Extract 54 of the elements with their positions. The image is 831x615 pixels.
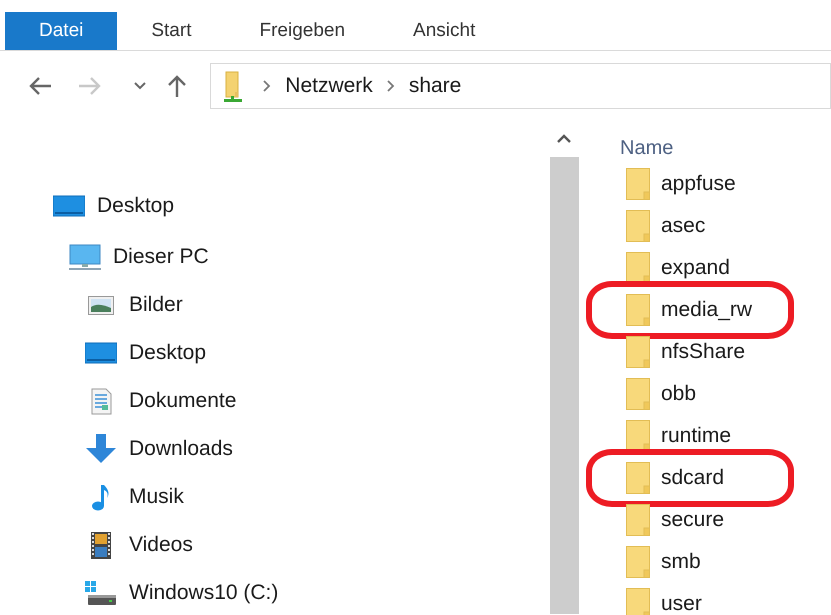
down-arrow-icon [85, 434, 117, 464]
nav-item[interactable]: Bilder [0, 281, 545, 329]
folder-icon [626, 546, 650, 578]
desktop-icon [85, 341, 117, 365]
ribbon-tab[interactable]: Freigeben [225, 12, 380, 50]
file-row[interactable]: smb [620, 541, 831, 583]
chevron-right-icon [384, 79, 395, 93]
folder-icon [626, 294, 650, 326]
film-icon [91, 532, 111, 558]
file-row[interactable]: obb [620, 373, 831, 415]
monitor-icon [69, 244, 101, 270]
file-row[interactable]: expand [620, 247, 831, 289]
chevron-right-icon [261, 79, 272, 93]
folder-icon [626, 210, 650, 242]
file-row[interactable]: runtime [620, 415, 831, 457]
address-field[interactable]: Netzwerk share [210, 63, 831, 109]
file-row[interactable]: sdcard [620, 457, 831, 499]
folder-icon [626, 420, 650, 452]
nav-item[interactable]: Dokumente [0, 377, 545, 425]
chevron-down-icon [134, 82, 146, 90]
file-row[interactable]: asec [620, 205, 831, 247]
nav-item[interactable]: Windows10 (C:) [0, 569, 545, 615]
folder-icon [626, 252, 650, 284]
nav-item[interactable]: Musik [0, 473, 545, 521]
document-icon [90, 388, 112, 414]
desktop-icon [53, 194, 85, 218]
nav-item[interactable]: Dieser PC [0, 233, 545, 281]
folder-icon [626, 168, 650, 200]
file-row[interactable]: user [620, 583, 831, 615]
drive-icon [85, 580, 117, 606]
ribbon-tab[interactable]: Ansicht [379, 12, 510, 50]
folder-icon [626, 378, 650, 410]
network-folder-icon [223, 70, 244, 102]
breadcrumb[interactable]: Netzwerk [281, 74, 377, 98]
column-header[interactable]: Name [620, 133, 674, 163]
file-row[interactable]: media_rw [620, 289, 831, 331]
nav-item[interactable]: Videos [0, 521, 545, 569]
nav-item[interactable]: Desktop [0, 329, 545, 377]
scrollbar-track[interactable] [550, 157, 578, 614]
nav-item[interactable]: Desktop [0, 182, 545, 230]
folder-icon [626, 336, 650, 368]
breadcrumb[interactable]: share [404, 74, 466, 98]
music-note-icon [91, 484, 111, 510]
file-row[interactable]: secure [620, 499, 831, 541]
folder-icon [626, 462, 650, 494]
file-row[interactable]: nfsShare [620, 331, 831, 373]
ribbon-tab[interactable]: Start [117, 12, 226, 50]
chevron-up-icon [557, 134, 571, 144]
nav-item[interactable]: Downloads [0, 425, 545, 473]
picture-icon [88, 296, 114, 314]
ribbon-tab[interactable]: Datei [5, 12, 118, 50]
folder-icon [626, 588, 650, 615]
file-row[interactable]: appfuse [620, 163, 831, 205]
folder-icon [626, 504, 650, 536]
